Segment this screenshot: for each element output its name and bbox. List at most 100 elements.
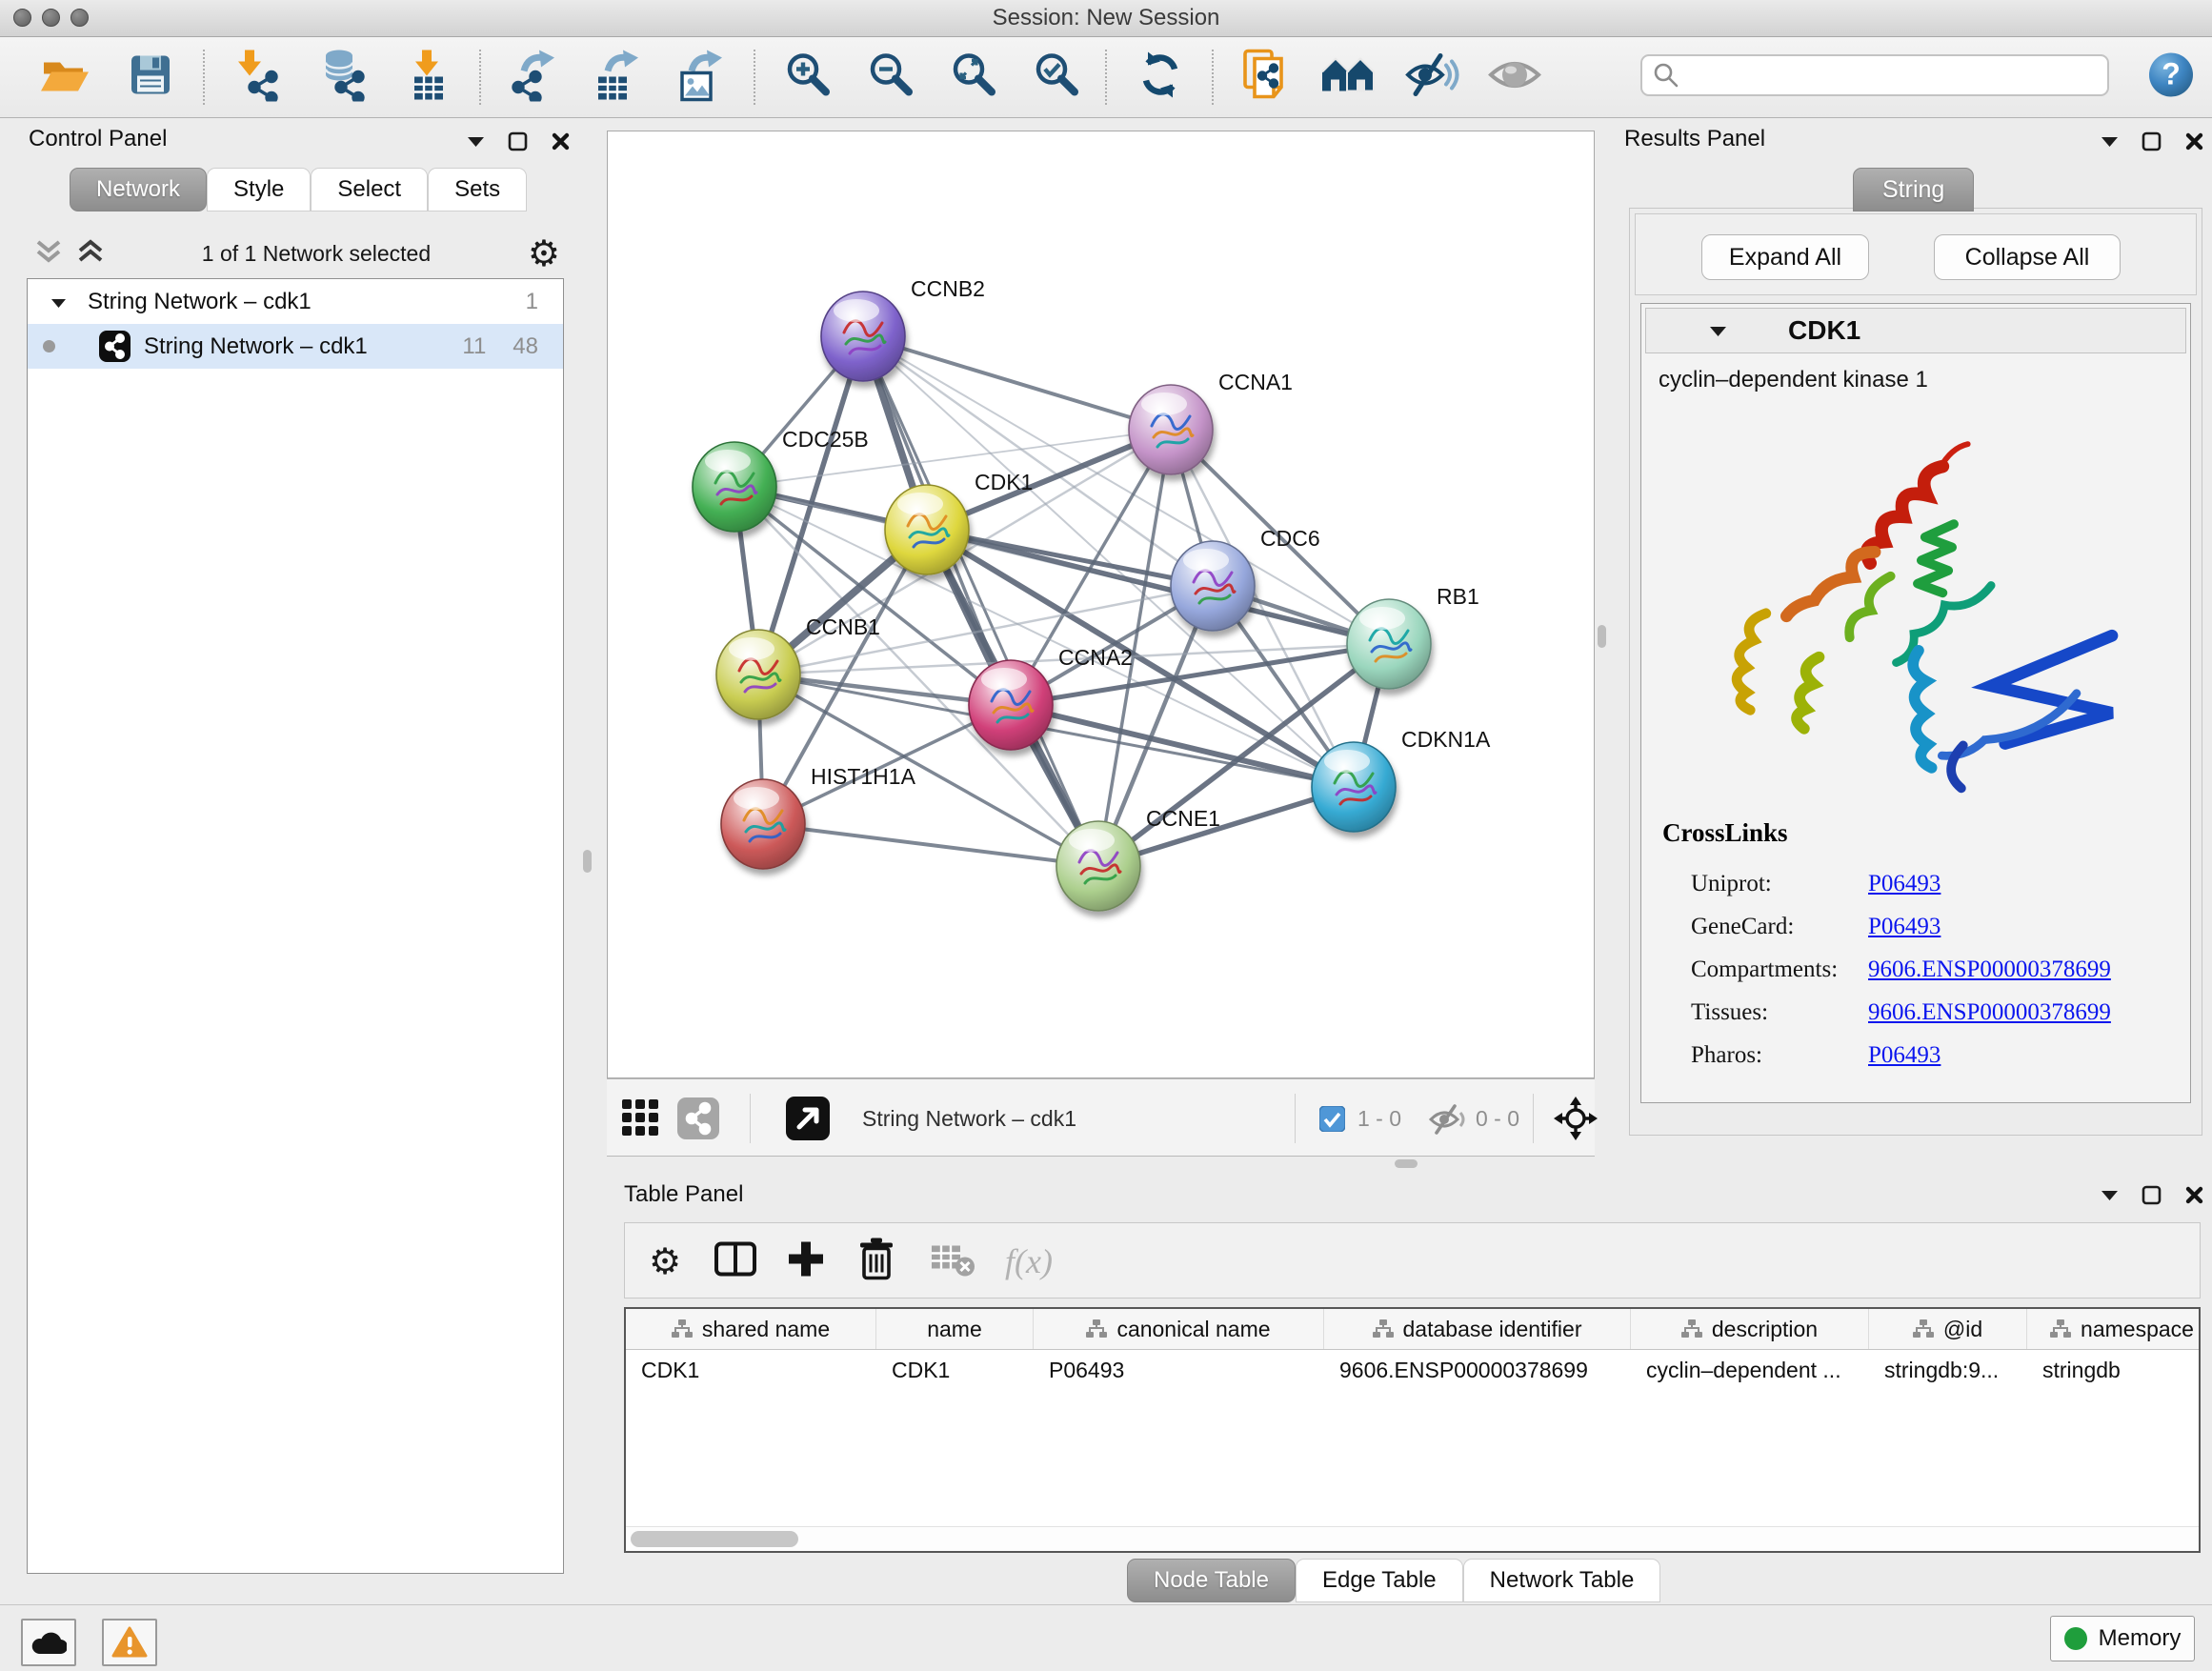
network-node-ccnb1[interactable]: CCNB1	[716, 614, 880, 719]
panel-float-icon[interactable]	[2142, 131, 2162, 151]
panel-float-icon[interactable]	[508, 131, 528, 151]
panel-float-icon[interactable]	[2142, 1185, 2162, 1205]
collection-expander-icon[interactable]	[50, 289, 67, 315]
birdseye-navigator-icon[interactable]	[786, 1097, 830, 1145]
import-database-icon[interactable]	[316, 49, 370, 107]
column-header-shared-name[interactable]: shared name	[626, 1309, 876, 1349]
collapse-all-button[interactable]: Collapse All	[1934, 234, 2121, 280]
panel-menu-icon[interactable]	[2101, 1189, 2119, 1201]
fit-center-crosshair-icon[interactable]	[1552, 1095, 1599, 1147]
column-header-canonical-name[interactable]: canonical name	[1034, 1309, 1324, 1349]
network-collection-row[interactable]: String Network – cdk1 1	[28, 279, 563, 324]
network-edge[interactable]	[863, 336, 1171, 430]
splitter-handle[interactable]	[1395, 1159, 1418, 1168]
save-session-icon[interactable]	[125, 50, 176, 106]
export-network-icon[interactable]	[507, 49, 560, 107]
section-collapse-icon[interactable]	[1709, 325, 1727, 337]
zoom-out-icon[interactable]	[864, 50, 915, 106]
string-view-badge-icon[interactable]	[677, 1097, 719, 1144]
network-label: String Network – cdk1	[144, 333, 462, 360]
export-table-icon[interactable]	[591, 49, 644, 107]
network-node-rb1[interactable]: RB1	[1347, 584, 1479, 689]
column-header-description[interactable]: description	[1631, 1309, 1869, 1349]
crosslink-uniprot[interactable]: P06493	[1868, 871, 1941, 897]
create-column-plus-icon[interactable]	[786, 1239, 826, 1284]
tab-network[interactable]: Network	[70, 168, 207, 211]
crosslink-pharos[interactable]: P06493	[1868, 1042, 1941, 1069]
network-edge[interactable]	[763, 824, 1098, 866]
network-row[interactable]: String Network – cdk1 11 48	[28, 324, 563, 369]
crosslink-genecard[interactable]: P06493	[1868, 914, 1941, 940]
open-session-icon[interactable]	[38, 50, 91, 106]
tab-select[interactable]: Select	[311, 168, 428, 211]
column-label: @id	[1943, 1317, 1982, 1342]
import-network-icon[interactable]	[233, 49, 285, 107]
help-icon[interactable]: ?	[2147, 51, 2195, 104]
expand-all-networks-icon[interactable]	[76, 238, 105, 270]
gene-section-header[interactable]: CDK1	[1645, 308, 2186, 353]
export-image-icon[interactable]	[674, 49, 728, 107]
panel-close-icon[interactable]	[551, 131, 571, 151]
column-header-database-identifier[interactable]: database identifier	[1324, 1309, 1631, 1349]
import-table-icon[interactable]	[401, 49, 452, 107]
table-cell-name: CDK1	[876, 1350, 1034, 1390]
crosslink-row: Pharos:P06493	[1641, 1034, 2190, 1077]
tab-node-table[interactable]: Node Table	[1127, 1559, 1296, 1602]
search-field[interactable]	[1640, 54, 2109, 96]
crosslink-compartments[interactable]: 9606.ENSP00000378699	[1868, 956, 2111, 983]
network-node-cdk1[interactable]: CDK1	[885, 470, 1033, 574]
table-row[interactable]: CDK1CDK1P064939606.ENSP00000378699cyclin…	[626, 1350, 2199, 1390]
tree-column-icon	[1913, 1319, 1934, 1339]
table-cell-description: cyclin–dependent ...	[1631, 1350, 1869, 1390]
column-header--id[interactable]: @id	[1869, 1309, 2027, 1349]
zoom-selected-icon[interactable]	[1030, 50, 1081, 106]
expand-all-button[interactable]: Expand All	[1701, 234, 1869, 280]
horizontal-scrollbar[interactable]	[626, 1526, 2199, 1551]
panel-menu-icon[interactable]	[2101, 135, 2119, 148]
tab-edge-table[interactable]: Edge Table	[1296, 1559, 1463, 1602]
show-eye-icon[interactable]	[1487, 53, 1542, 102]
new-network-from-selection-icon[interactable]	[1237, 48, 1293, 108]
crosslink-tissues[interactable]: 9606.ENSP00000378699	[1868, 999, 2111, 1026]
collapse-all-networks-icon[interactable]	[34, 238, 63, 270]
crosslink-label: Compartments:	[1691, 956, 1868, 983]
selected-checkbox-icon[interactable]	[1319, 1106, 1345, 1137]
network-edge[interactable]	[1011, 705, 1354, 787]
network-node-cdc25b[interactable]: CDC25B	[693, 427, 869, 532]
network-canvas[interactable]: CCNB2CCNA1CDC25BCDK1CDC6RB1CCNB1CCNA2CDK…	[607, 131, 1595, 1078]
zoom-in-icon[interactable]	[781, 50, 833, 106]
tab-sets[interactable]: Sets	[428, 168, 527, 211]
panel-menu-icon[interactable]	[467, 135, 485, 148]
column-header-namespace[interactable]: namespace	[2027, 1309, 2212, 1349]
warnings-button[interactable]	[102, 1619, 157, 1666]
zoom-fit-icon[interactable]	[947, 50, 998, 106]
panel-close-icon[interactable]	[2184, 131, 2204, 151]
delete-column-trash-icon[interactable]	[856, 1238, 896, 1286]
panel-close-icon[interactable]	[2184, 1185, 2204, 1205]
table-options-gear-icon[interactable]: ⚙	[649, 1243, 681, 1279]
network-node-ccne1[interactable]: CCNE1	[1056, 806, 1220, 911]
function-builder-icon[interactable]: f(x)	[1005, 1241, 1053, 1281]
network-node-hist1h1a[interactable]: HIST1H1A	[721, 764, 916, 869]
apply-layout-refresh-icon[interactable]	[1134, 49, 1187, 107]
scrollbar-thumb[interactable]	[631, 1531, 798, 1547]
network-node-ccna1[interactable]: CCNA1	[1129, 370, 1293, 474]
tab-network-table[interactable]: Network Table	[1463, 1559, 1661, 1602]
column-header-name[interactable]: name	[876, 1309, 1034, 1349]
show-columns-icon[interactable]	[714, 1240, 757, 1283]
hide-eye-slash-icon[interactable]	[1404, 50, 1459, 105]
network-options-gear-icon[interactable]: ⚙	[528, 235, 560, 272]
search-input[interactable]	[1680, 58, 2107, 92]
tab-style[interactable]: Style	[207, 168, 311, 211]
splitter-handle[interactable]	[583, 850, 592, 873]
cloud-status-button[interactable]	[21, 1619, 76, 1666]
delete-table-icon[interactable]	[930, 1240, 975, 1283]
crosslinks-heading: CrossLinks	[1662, 818, 1788, 848]
houses-icon[interactable]	[1320, 51, 1377, 104]
tab-string[interactable]: String	[1853, 168, 1974, 211]
table-cell--id: stringdb:9...	[1869, 1350, 2027, 1390]
memory-button[interactable]: Memory	[2050, 1616, 2195, 1661]
network-node-cdkn1a[interactable]: CDKN1A	[1312, 727, 1491, 832]
splitter-handle[interactable]	[1598, 625, 1606, 648]
grid-view-icon[interactable]	[622, 1099, 660, 1142]
